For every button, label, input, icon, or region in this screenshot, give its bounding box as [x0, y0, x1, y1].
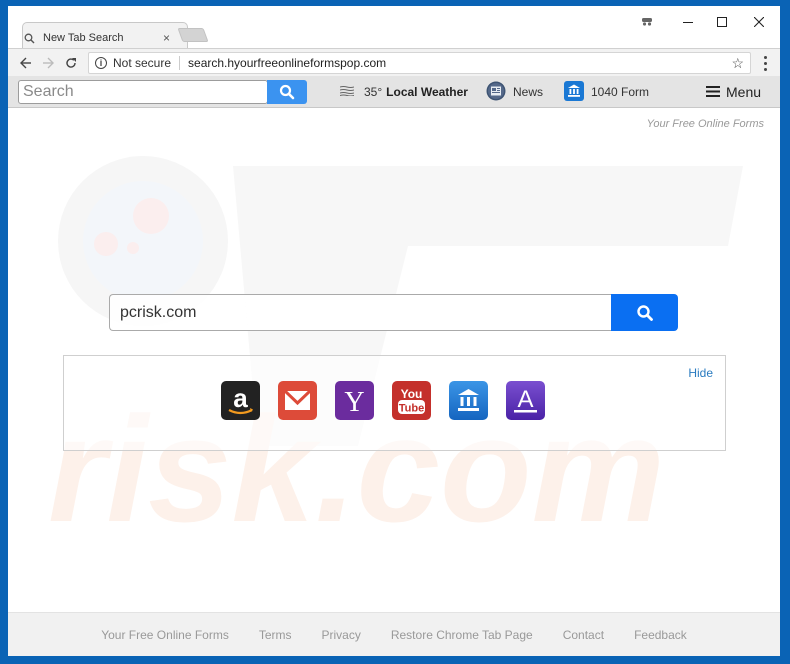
footer-link-your-free-online-forms[interactable]: Your Free Online Forms [101, 628, 229, 642]
search-icon [279, 84, 295, 100]
forward-button[interactable] [38, 53, 58, 73]
arrow-right-icon [43, 57, 54, 69]
divider [179, 56, 181, 70]
bank-icon [564, 80, 584, 104]
extension-toolbar: 35° Local Weather News 1040 Form Menu [8, 76, 780, 108]
bookmark-star-icon[interactable]: ☆ [731, 55, 744, 72]
bank-icon[interactable] [449, 381, 488, 420]
brand-tagline: Your Free Online Forms [646, 118, 764, 130]
form-1040-label: 1040 Form [591, 85, 650, 99]
menu-button[interactable]: Menu [706, 80, 761, 104]
url-text[interactable]: search.hyourfreeonlineformspop.com [188, 56, 386, 70]
close-window-button[interactable] [749, 12, 769, 32]
close-tab-icon[interactable]: × [163, 31, 170, 45]
svg-text:Tube: Tube [399, 403, 424, 415]
svg-text:a: a [233, 383, 248, 413]
address-bar[interactable]: i Not secure search.hyourfreeonlineforms… [88, 52, 751, 74]
form-1040-button[interactable]: 1040 Form [564, 80, 649, 104]
hamburger-icon [706, 84, 720, 100]
news-icon [486, 81, 506, 104]
footer: Your Free Online Forms Terms Privacy Res… [8, 612, 780, 656]
svg-text:You: You [401, 387, 423, 401]
tab-strip: New Tab Search × [8, 6, 780, 50]
yahoo-icon[interactable]: Y [335, 381, 374, 420]
security-label[interactable]: Not secure [113, 56, 171, 70]
reload-icon [66, 58, 76, 68]
weather-icon [339, 85, 355, 99]
back-button[interactable] [16, 53, 36, 73]
news-button[interactable]: News [486, 80, 543, 104]
weather-button[interactable]: 35° Local Weather [339, 80, 468, 104]
reload-button[interactable] [61, 53, 81, 73]
weather-temp: 35° [364, 85, 383, 99]
search-icon [24, 33, 35, 44]
search-icon [636, 304, 653, 321]
footer-link-terms[interactable]: Terms [259, 628, 292, 642]
hide-shortcuts-link[interactable]: Hide [688, 366, 713, 380]
svg-text:A: A [517, 386, 533, 413]
browser-menu-icon[interactable] [758, 53, 772, 73]
arrow-left-icon [20, 57, 31, 69]
main-search-input[interactable] [109, 294, 612, 331]
shortcut-icons: a Y You Tube A [221, 381, 545, 420]
info-icon[interactable]: i [95, 57, 107, 69]
weather-label: Local Weather [386, 85, 468, 99]
tab-title: New Tab Search [43, 32, 124, 44]
svg-text:Y: Y [344, 387, 364, 418]
footer-link-contact[interactable]: Contact [563, 628, 604, 642]
toolbar-search-button[interactable] [267, 80, 307, 104]
menu-label: Menu [726, 84, 762, 100]
shortcuts-panel: Hide a Y You Tube A [63, 355, 726, 451]
main-search-button[interactable] [611, 294, 678, 331]
navigation-bar: i Not secure search.hyourfreeonlineforms… [8, 48, 780, 76]
browser-window: New Tab Search × i Not secure search.hyo… [8, 6, 780, 656]
gmail-icon[interactable] [278, 381, 317, 420]
toolbar-search-input[interactable] [18, 80, 268, 104]
maximize-button[interactable] [712, 12, 732, 32]
news-label: News [513, 85, 544, 99]
new-tab-button[interactable] [177, 28, 209, 42]
footer-link-feedback[interactable]: Feedback [634, 628, 687, 642]
footer-link-restore-chrome-tab[interactable]: Restore Chrome Tab Page [391, 628, 533, 642]
minimize-button[interactable] [678, 12, 698, 32]
amazon-icon[interactable]: a [221, 381, 260, 420]
footer-link-privacy[interactable]: Privacy [322, 628, 361, 642]
letter-a-icon[interactable]: A [506, 381, 545, 420]
tab-content[interactable]: New Tab Search × [24, 28, 174, 48]
incognito-icon [640, 12, 654, 32]
youtube-icon[interactable]: You Tube [392, 381, 431, 420]
